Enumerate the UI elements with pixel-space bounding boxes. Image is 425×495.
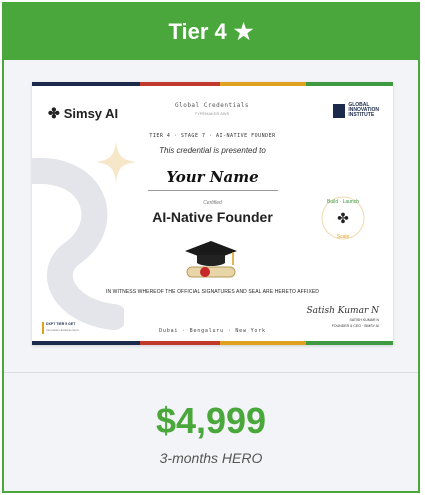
cities-line: Dubai · Bengaluru · New York [159, 328, 266, 334]
simsy-logo: ✤ Simsy AI [48, 105, 118, 122]
svg-text:Scale: Scale [337, 234, 350, 240]
divider [4, 372, 418, 373]
top-bar-red [140, 82, 220, 86]
institute-logo: GLOBAL INNOVATION INSTITUTE [333, 103, 379, 118]
top-bar-green [306, 82, 393, 86]
bottom-bar-green [306, 341, 393, 345]
brand-name: Simsy AI [63, 106, 119, 121]
star-icon: ★ [233, 19, 254, 44]
recipient-name: Your Name [166, 168, 259, 186]
signature: Satish Kumar N [306, 306, 379, 316]
seal-icon: Build · Launch Scale ✤ [321, 196, 365, 240]
simsy-knot-icon: ✤ [48, 105, 60, 121]
plan-label: 3-months HERO [159, 450, 263, 466]
corner-line-1: DXPT TIER 5 GET [46, 322, 76, 326]
global-credentials-title: Global Credentials [174, 102, 250, 109]
signer-name: SATISH KUMAR N [349, 318, 380, 322]
top-bar-gold [219, 82, 307, 86]
pricing-card[interactable]: Tier 4 ★ ✤ Simsy AI Global Credentials T… [2, 2, 420, 493]
svg-text:✤: ✤ [337, 211, 349, 227]
tier-header: Tier 4 ★ [4, 4, 418, 60]
global-credentials: Global Credentials TYPEMAKER AWS [172, 102, 252, 116]
certificate-preview: ✤ Simsy AI Global Credentials TYPEMAKER … [32, 82, 393, 345]
bottom-bar-gold [219, 341, 307, 345]
signature-block: Satish Kumar N SATISH KUMAR N FOUNDER & … [306, 306, 379, 328]
tier-label: Tier 4 [168, 19, 227, 44]
top-bar-navy [32, 82, 141, 86]
bottom-bar-navy [32, 341, 141, 345]
global-credentials-sub: TYPEMAKER AWS [194, 111, 230, 116]
price: $4,999 [155, 400, 267, 441]
bottom-bar-red [140, 341, 220, 345]
witness-text: IN WITNESS WHEREOF THE OFFICIAL SIGNATUR… [105, 289, 320, 295]
graduation-cap-icon [185, 241, 237, 278]
svg-text:Build · Launch: Build · Launch [327, 199, 359, 205]
presented-text: This credential is presented to [159, 146, 266, 155]
institute-mark-icon [333, 103, 346, 118]
tier-stage-line: TIER 4 · STAGE 7 · AI-NATIVE FOUNDER [149, 133, 276, 139]
institute-line-3: INSTITUTE [348, 112, 375, 118]
name-underline [148, 190, 278, 191]
